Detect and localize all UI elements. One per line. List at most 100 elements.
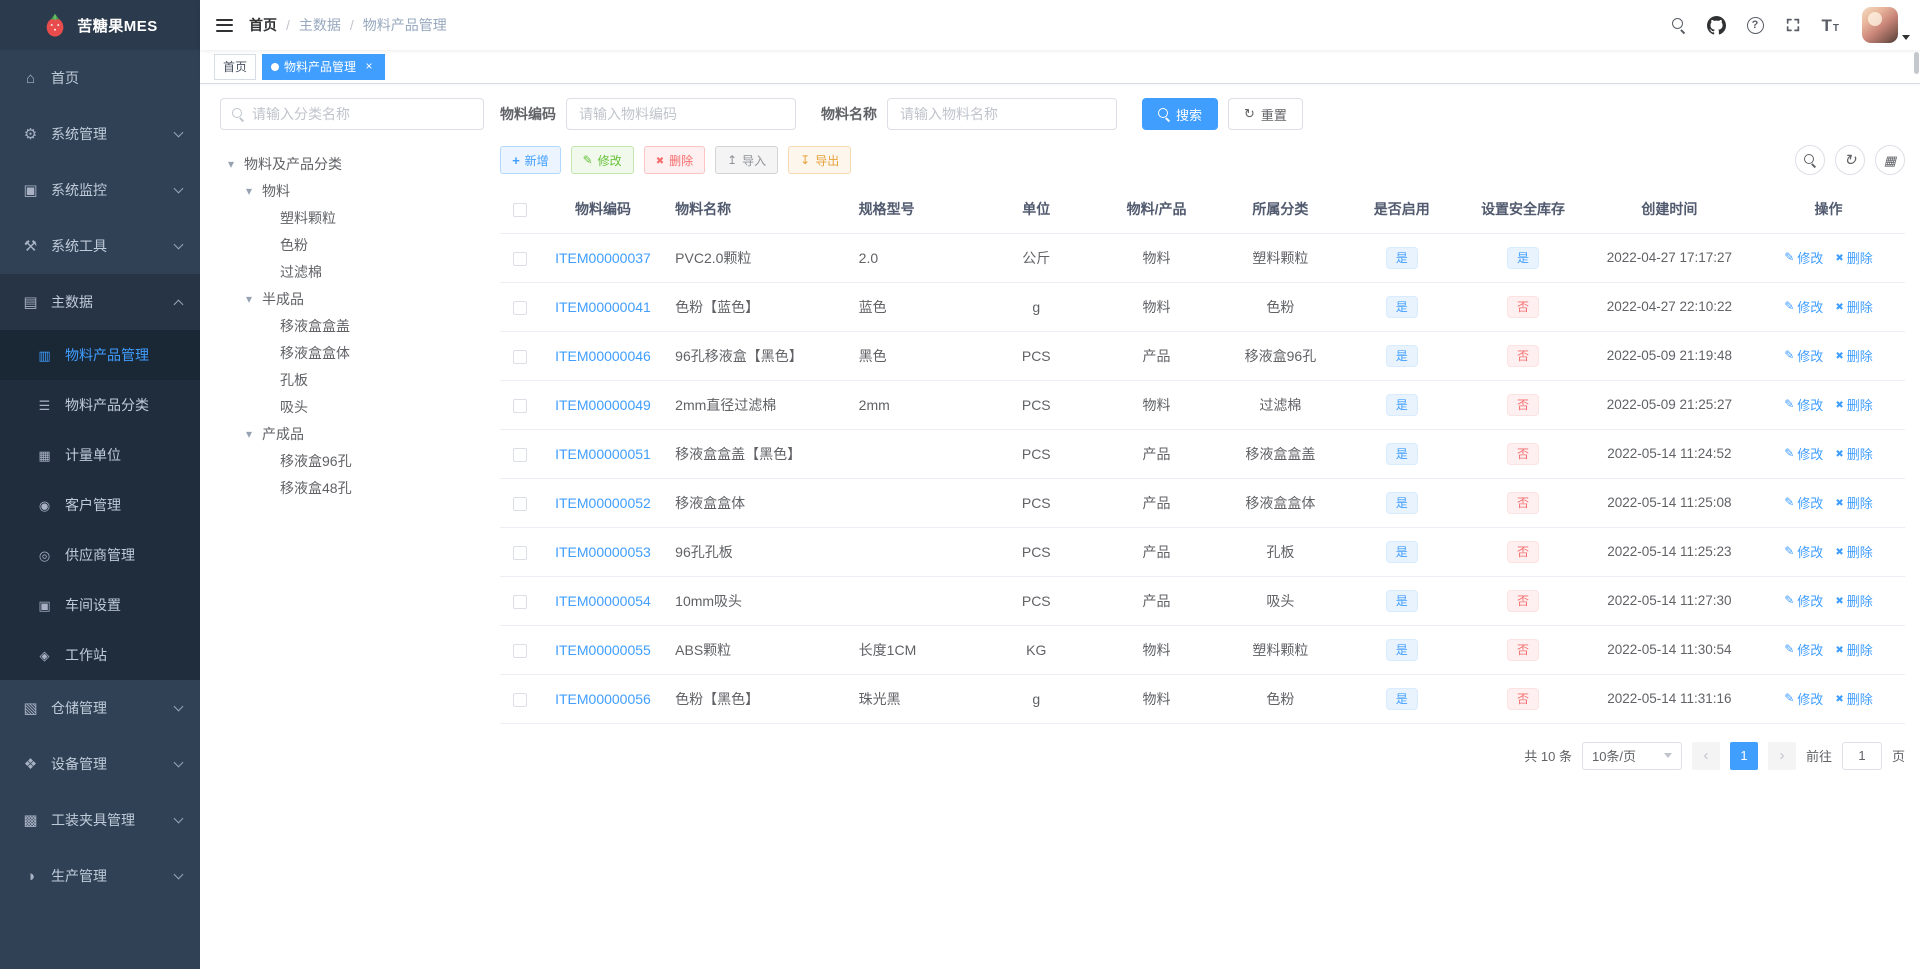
tree-node[interactable]: 物料	[220, 177, 484, 204]
enabled-badge[interactable]: 是	[1385, 344, 1418, 367]
reset-button[interactable]: 重置	[1228, 98, 1303, 130]
tree-expand-icon[interactable]	[246, 184, 262, 198]
edit-row-link[interactable]: 修改	[1784, 444, 1823, 463]
tree-node[interactable]: 移液盒96孔	[220, 447, 484, 474]
edit-row-link[interactable]: 修改	[1784, 493, 1823, 512]
delete-button[interactable]: 删除	[643, 146, 706, 174]
import-button[interactable]: 导入	[715, 146, 779, 174]
export-button[interactable]: 导出	[788, 146, 852, 174]
font-size-icon[interactable]	[1822, 17, 1840, 34]
tree-node[interactable]: 移液盒盒体	[220, 339, 484, 366]
prev-page-button[interactable]	[1691, 741, 1720, 770]
safety-stock-badge[interactable]: 否	[1507, 344, 1540, 367]
row-checkbox[interactable]	[513, 349, 528, 364]
delete-row-link[interactable]: 删除	[1835, 493, 1873, 512]
safety-stock-badge[interactable]: 否	[1507, 589, 1540, 612]
category-search-input[interactable]	[252, 106, 472, 122]
enabled-badge[interactable]: 是	[1385, 246, 1418, 269]
safety-stock-badge[interactable]: 否	[1507, 442, 1540, 465]
select-all-checkbox[interactable]	[513, 202, 528, 217]
sidebar-item[interactable]: 系统监控	[0, 162, 200, 218]
next-page-button[interactable]	[1767, 741, 1796, 770]
sidebar-subitem[interactable]: 物料产品分类	[0, 380, 200, 430]
edit-row-link[interactable]: 修改	[1784, 591, 1823, 610]
toggle-search-button[interactable]	[1795, 145, 1825, 175]
row-checkbox[interactable]	[513, 251, 528, 266]
edit-row-link[interactable]: 修改	[1784, 542, 1823, 561]
sidebar-item[interactable]: 主数据	[0, 274, 200, 330]
tree-node[interactable]: 过滤棉	[220, 258, 484, 285]
sidebar-subitem[interactable]: 客户管理	[0, 480, 200, 530]
enabled-badge[interactable]: 是	[1385, 540, 1418, 563]
delete-row-link[interactable]: 删除	[1835, 346, 1873, 365]
safety-stock-badge[interactable]: 是	[1507, 246, 1540, 269]
tree-expand-icon[interactable]	[228, 157, 244, 171]
current-page-button[interactable]: 1	[1729, 741, 1758, 770]
sidebar-item[interactable]: 系统工具	[0, 218, 200, 274]
material-code-link[interactable]: ITEM00000046	[555, 348, 651, 364]
columns-button[interactable]	[1875, 145, 1905, 175]
material-code-link[interactable]: ITEM00000049	[555, 397, 651, 413]
edit-row-link[interactable]: 修改	[1784, 395, 1823, 414]
sidebar-subitem[interactable]: 物料产品管理	[0, 330, 200, 380]
row-checkbox[interactable]	[513, 300, 528, 315]
tree-node[interactable]: 色粉	[220, 231, 484, 258]
material-code-link[interactable]: ITEM00000051	[555, 446, 651, 462]
sidebar-subitem[interactable]: 工作站	[0, 630, 200, 680]
delete-row-link[interactable]: 删除	[1835, 591, 1873, 610]
tree-expand-icon[interactable]	[246, 292, 262, 306]
refresh-button[interactable]	[1835, 145, 1865, 175]
tab-active[interactable]: 物料产品管理	[262, 53, 386, 80]
row-checkbox[interactable]	[513, 643, 528, 658]
edit-row-link[interactable]: 修改	[1784, 248, 1823, 267]
row-checkbox[interactable]	[513, 447, 528, 462]
edit-row-link[interactable]: 修改	[1784, 346, 1823, 365]
enabled-badge[interactable]: 是	[1385, 589, 1418, 612]
sidebar-item[interactable]: 生产管理	[0, 848, 200, 904]
user-menu[interactable]	[1862, 7, 1910, 43]
sidebar-subitem[interactable]: 车间设置	[0, 580, 200, 630]
row-checkbox[interactable]	[513, 545, 528, 560]
sidebar-subitem[interactable]: 计量单位	[0, 430, 200, 480]
delete-row-link[interactable]: 删除	[1835, 248, 1873, 267]
enabled-badge[interactable]: 是	[1385, 491, 1418, 514]
page-size-select[interactable]: 10条/页	[1581, 741, 1682, 770]
delete-row-link[interactable]: 删除	[1835, 444, 1873, 463]
material-code-link[interactable]: ITEM00000055	[555, 642, 651, 658]
tree-node[interactable]: 移液盒盒盖	[220, 312, 484, 339]
tab-item[interactable]: 首页	[214, 53, 257, 80]
material-code-link[interactable]: ITEM00000041	[555, 299, 651, 315]
enabled-badge[interactable]: 是	[1385, 295, 1418, 318]
edit-button[interactable]: 修改	[570, 146, 634, 174]
row-checkbox[interactable]	[513, 496, 528, 511]
tree-node[interactable]: 半成品	[220, 285, 484, 312]
sidebar-item[interactable]: 仓储管理	[0, 680, 200, 736]
delete-row-link[interactable]: 删除	[1835, 640, 1873, 659]
safety-stock-badge[interactable]: 否	[1507, 687, 1540, 710]
material-code-link[interactable]: ITEM00000054	[555, 593, 651, 609]
sidebar-item[interactable]: 工装夹具管理	[0, 792, 200, 848]
row-checkbox[interactable]	[513, 692, 528, 707]
material-code-link[interactable]: ITEM00000052	[555, 495, 651, 511]
app-logo[interactable]: 苦糖果MES	[0, 0, 200, 50]
enabled-badge[interactable]: 是	[1385, 393, 1418, 416]
enabled-badge[interactable]: 是	[1385, 442, 1418, 465]
scrollbar-thumb[interactable]	[1914, 52, 1919, 74]
goto-page-input[interactable]	[1841, 741, 1882, 770]
delete-row-link[interactable]: 删除	[1835, 395, 1873, 414]
edit-row-link[interactable]: 修改	[1784, 640, 1823, 659]
tab-close-icon[interactable]	[362, 60, 376, 74]
safety-stock-badge[interactable]: 否	[1507, 638, 1540, 661]
tree-node[interactable]: 孔板	[220, 366, 484, 393]
avatar[interactable]	[1862, 7, 1898, 43]
edit-row-link[interactable]: 修改	[1784, 689, 1823, 708]
sidebar-item[interactable]: 设备管理	[0, 736, 200, 792]
safety-stock-badge[interactable]: 否	[1507, 393, 1540, 416]
breadcrumb-item[interactable]: 首页	[249, 15, 277, 35]
search-button[interactable]: 搜索	[1142, 98, 1219, 130]
material-code-link[interactable]: ITEM00000053	[555, 544, 651, 560]
material-code-input[interactable]	[566, 98, 796, 130]
safety-stock-badge[interactable]: 否	[1507, 491, 1540, 514]
tree-node[interactable]: 移液盒48孔	[220, 474, 484, 501]
github-icon[interactable]	[1706, 15, 1726, 35]
